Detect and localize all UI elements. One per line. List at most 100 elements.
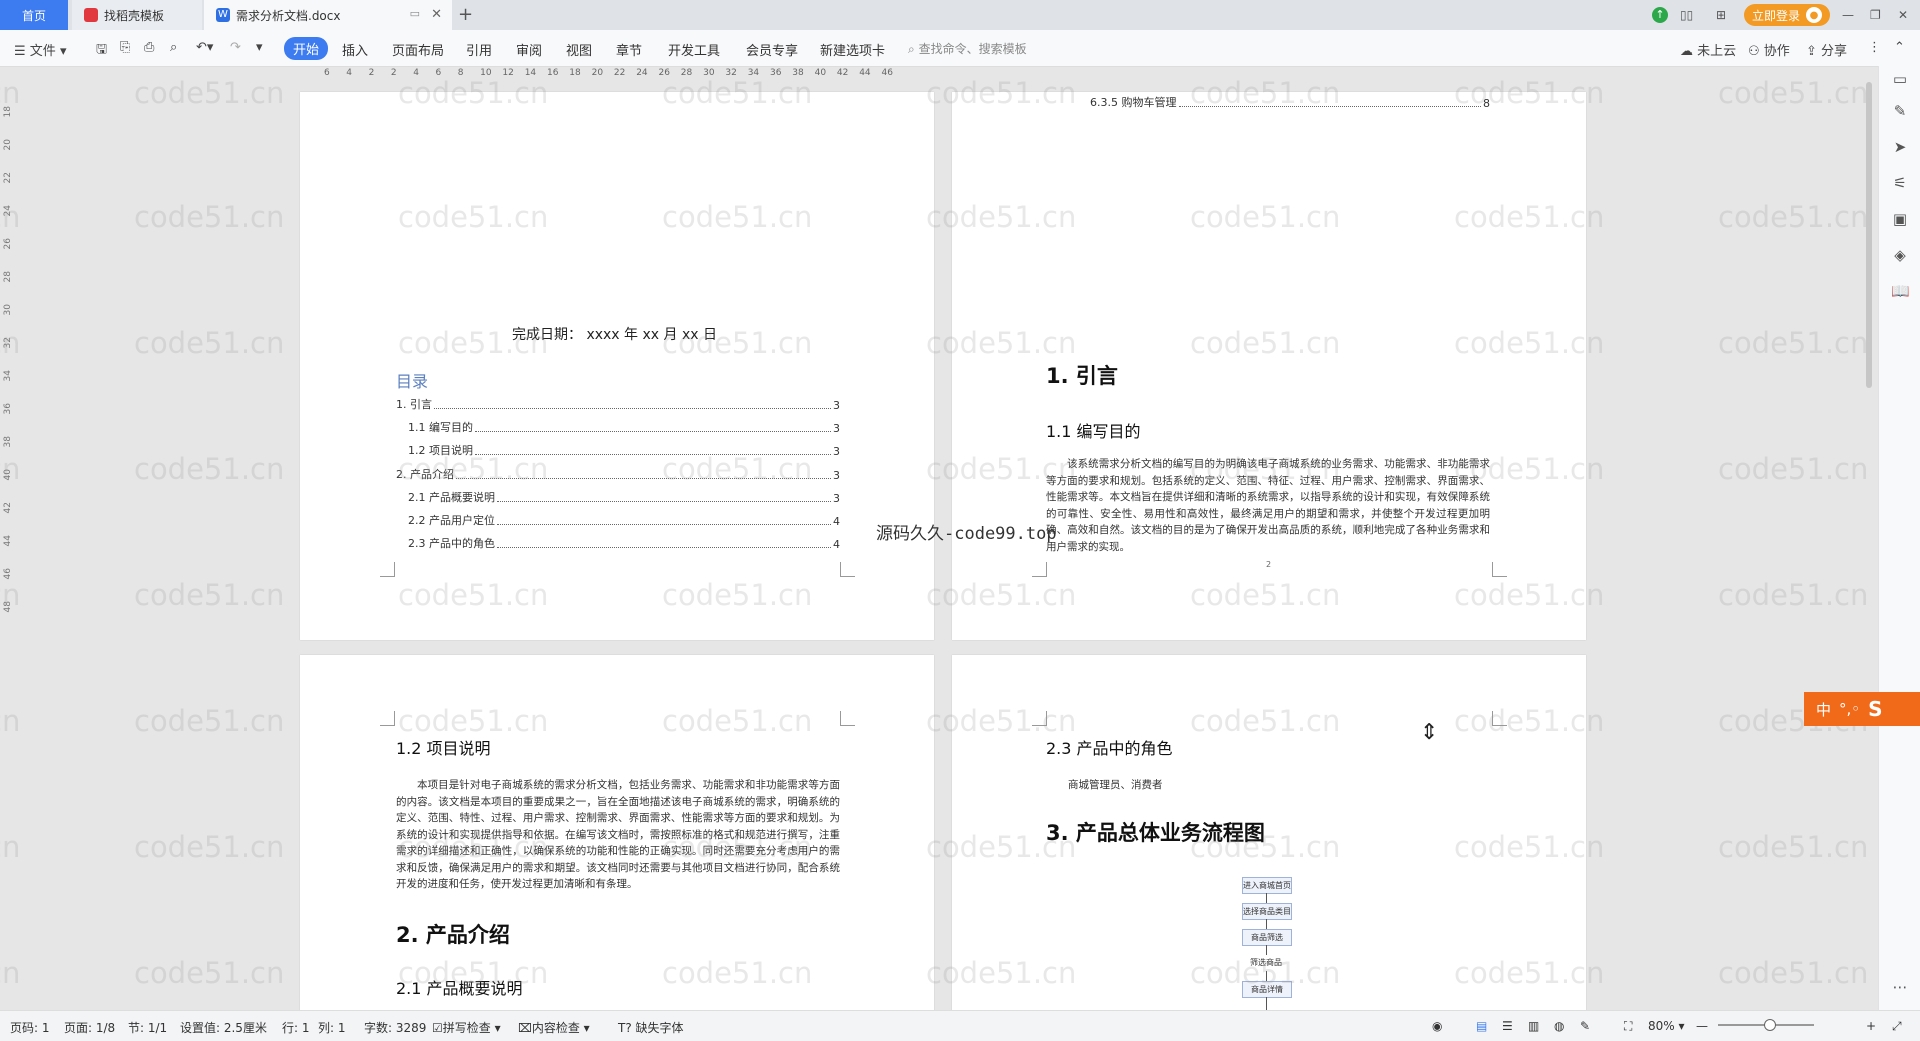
missing-font-label: 缺失字体 — [635, 1021, 684, 1035]
ruler-tick: 2 — [390, 68, 397, 78]
more-icon[interactable]: ⋮ — [1868, 40, 1881, 55]
print-icon[interactable]: ⎙ — [144, 40, 154, 55]
status-section[interactable]: 节: 1/1 — [128, 1019, 167, 1036]
status-page-code[interactable]: 页码: 1 — [10, 1019, 50, 1036]
zoom-level[interactable]: 80% ▾ — [1648, 1019, 1685, 1033]
ruler-tick: 14 — [524, 68, 537, 78]
missing-font-button[interactable]: T? 缺失字体 — [618, 1019, 684, 1036]
image-icon[interactable]: ▣ — [1891, 210, 1909, 228]
share-button[interactable]: ⇪ 分享 — [1806, 40, 1847, 59]
new-tab-button[interactable]: + — [458, 4, 473, 25]
vertical-scrollbar-thumb[interactable] — [1866, 82, 1872, 388]
redo-icon[interactable]: ↷ — [230, 40, 241, 55]
ime-indicator[interactable]: 中 °,◦ S — [1804, 692, 1920, 726]
menu-review[interactable]: 审阅 — [516, 40, 542, 59]
toc-row[interactable]: 2.1 产品概要说明 3 — [408, 489, 840, 505]
search-commands[interactable]: ⌕ 查找命令、搜索模板 — [908, 40, 1027, 57]
toc-row[interactable]: 1.1 编写目的 3 — [408, 419, 840, 435]
apps-grid-icon[interactable]: ⊞ — [1716, 5, 1726, 25]
status-setting[interactable]: 设置值: 2.5厘米 — [180, 1019, 267, 1036]
ruler-tick: 2 — [368, 68, 375, 78]
ruler-tick: 24 — [3, 205, 13, 217]
reading-view-icon[interactable]: ▥ — [1528, 1019, 1539, 1033]
file-menu[interactable]: ☰ 文件 ▾ — [14, 40, 66, 59]
status-page[interactable]: 页面: 1/8 — [64, 1019, 115, 1036]
tab-template[interactable]: 找稻壳模板 — [72, 0, 202, 30]
content-check-button[interactable]: ⌧内容检查 ▾ — [518, 1019, 590, 1036]
close-tab-icon[interactable]: ✕ — [431, 7, 442, 22]
book-icon[interactable]: 📖 — [1891, 282, 1910, 300]
customize-icon[interactable]: ▾ — [256, 40, 263, 55]
watermark: code51.cn — [134, 704, 285, 738]
toc-row[interactable]: 1.2 项目说明 3 — [408, 442, 840, 458]
document-page-3[interactable]: 1.2 项目说明 本项目是针对电子商城系统的需求分析文档，包括业务需求、功能需求… — [300, 655, 934, 1015]
tab-home[interactable]: 首页 — [0, 0, 68, 30]
collab-button[interactable]: ⚇ 协作 — [1748, 40, 1790, 59]
toc-row[interactable]: 2.3 产品中的角色 4 — [408, 535, 840, 551]
watermark: code51.cn — [134, 830, 285, 864]
document-page-2[interactable]: 6.3.5 购物车管理 8 1. 引言 1.1 编写目的 该系统需求分析文档的编写… — [952, 92, 1586, 640]
pin-icon[interactable]: ▭ — [410, 7, 420, 20]
spell-check-button[interactable]: ☑拼写检查 ▾ — [432, 1019, 501, 1036]
panel-toggle-icon[interactable]: ▭ — [1891, 70, 1909, 88]
menu-view[interactable]: 视图 — [566, 40, 592, 59]
export-icon[interactable]: ⎘ — [120, 40, 130, 55]
horizontal-ruler[interactable]: 6 4 2 2 4 6 8 10 12 14 16 18 20 22 24 26 28 30 32 34 36 38 40 4… — [304, 66, 944, 82]
close-window-icon[interactable]: ✕ — [1898, 5, 1908, 25]
status-words[interactable]: 字数: 3289 — [364, 1019, 426, 1036]
undo-icon[interactable]: ↶▾ — [196, 40, 213, 55]
select-icon[interactable]: ➤ — [1891, 138, 1909, 156]
menu-new-tab[interactable]: 新建选项卡 — [820, 40, 885, 59]
ruler-tick: 30 — [703, 68, 715, 78]
menu-dev-tools[interactable]: 开发工具 — [668, 40, 720, 59]
settings-sliders-icon[interactable]: ⚟ — [1891, 174, 1909, 192]
tab-document[interactable]: W 需求分析文档.docx ▭ ✕ — [204, 0, 452, 30]
menu-insert[interactable]: 插入 — [342, 40, 368, 59]
ruler-tick: 44 — [3, 535, 13, 547]
watermark: code51.cn — [134, 76, 285, 110]
toc-row[interactable]: 2. 产品介绍 3 — [396, 466, 840, 482]
eye-protection-icon[interactable]: ◉ — [1432, 1019, 1442, 1033]
sync-status-icon[interactable]: ↑ — [1652, 5, 1668, 25]
menu-member[interactable]: 会员专享 — [746, 40, 798, 59]
toc-row[interactable]: 2.2 产品用户定位 4 — [408, 512, 840, 528]
restore-icon[interactable]: ❐ — [1870, 5, 1881, 25]
fullscreen-icon[interactable]: ⤢ — [1892, 1019, 1902, 1034]
document-page-1[interactable]: 完成日期： xxxx 年 xx 月 xx 日 目录 1. 引言 3 1.1 编写目的… — [300, 92, 934, 640]
margin-corner — [380, 711, 395, 726]
page-view-icon[interactable]: ▤ — [1476, 1019, 1487, 1033]
outline-view-icon[interactable]: ☰ — [1502, 1019, 1513, 1033]
ruler-tick: 20 — [3, 139, 13, 151]
write-mode-icon[interactable]: ✎ — [1580, 1019, 1590, 1033]
ruler-tick: 36 — [770, 68, 782, 78]
web-view-icon[interactable]: ◍ — [1554, 1019, 1564, 1033]
zoom-slider-handle[interactable] — [1764, 1019, 1776, 1031]
purpose-paragraph: 该系统需求分析文档的编写目的为明确该电子商城系统的业务需求、功能需求、非功能需求… — [1046, 458, 1490, 553]
pen-icon[interactable]: ✎ — [1891, 102, 1909, 120]
fit-page-icon[interactable]: ⛶ — [1624, 1019, 1632, 1034]
menu-references[interactable]: 引用 — [466, 40, 492, 59]
more-dots-icon[interactable]: ⋯ — [1891, 978, 1909, 996]
document-page-4[interactable]: 2.3 产品中的角色 商城管理员、消费者 3. 产品总体业务流程图 进入商城首页… — [952, 655, 1586, 1015]
minimize-icon[interactable]: — — [1842, 5, 1854, 25]
collapse-ribbon-icon[interactable]: ⌃ — [1894, 40, 1905, 55]
project-paragraph: 本项目是针对电子商城系统的需求分析文档，包括业务需求、功能需求和非功能需求等方面… — [396, 779, 840, 890]
zoom-in-icon[interactable]: + — [1866, 1019, 1876, 1033]
watermark: code51.cn — [1718, 326, 1869, 360]
location-icon[interactable]: ◈ — [1891, 246, 1909, 264]
vertical-ruler[interactable]: 18 20 22 24 26 28 30 32 34 36 38 40 42 44 46 48 — [0, 66, 18, 626]
menu-home[interactable]: 开始 — [284, 37, 329, 60]
save-icon[interactable]: 🖫 — [96, 40, 107, 62]
layout-icon[interactable]: ▯▯ — [1680, 5, 1693, 25]
toc-row[interactable]: 1. 引言 3 — [396, 396, 840, 412]
toc-page: 3 — [833, 468, 840, 482]
cloud-button[interactable]: ☁ 未上云 — [1680, 40, 1736, 59]
zoom-out-icon[interactable]: — — [1696, 1019, 1708, 1033]
preview-icon[interactable]: ⌕ — [170, 40, 177, 55]
menu-chapter[interactable]: 章节 — [616, 40, 642, 59]
toc-label: 1.1 编写目的 — [408, 421, 473, 435]
login-button[interactable]: 立即登录 ● — [1744, 4, 1831, 26]
menu-layout[interactable]: 页面布局 — [392, 40, 444, 59]
watermark: code51.cn — [0, 830, 21, 864]
status-row: 行: 1 — [282, 1021, 310, 1035]
